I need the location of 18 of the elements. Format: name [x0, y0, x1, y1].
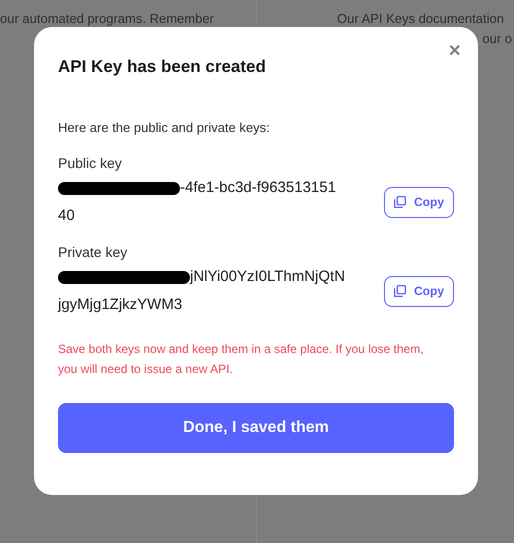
key-value: jNlYi00YzI0LThmNjQtN [190, 266, 346, 287]
key-value: jgyMjg1ZjkzYWM3 [58, 294, 182, 315]
background-text: our o [482, 30, 512, 48]
warning-text: Save both keys now and keep them in a safe place. If you lose them, you will need to issue a new API. [58, 341, 425, 378]
dialog-title: API Key has been created [58, 56, 267, 78]
intro-text: Here are the public and private keys: [58, 118, 271, 137]
background-text: our automated programs. Remember [0, 10, 215, 28]
copy-icon [394, 196, 406, 208]
key-label: Private key [58, 243, 128, 262]
key-label: Public key [58, 154, 123, 173]
copy-button[interactable]: Copy [384, 186, 454, 218]
done-button[interactable]: Done, I saved them [58, 403, 454, 453]
background-text: Our API Keys documentation [337, 10, 505, 28]
key-value: 40 [58, 206, 75, 226]
copy-button[interactable]: Copy [384, 276, 454, 306]
close-button[interactable]: ✕ [448, 40, 461, 64]
key-value: -4fe1-bc3d-f963513151 [180, 178, 336, 198]
copy-icon [394, 285, 406, 297]
